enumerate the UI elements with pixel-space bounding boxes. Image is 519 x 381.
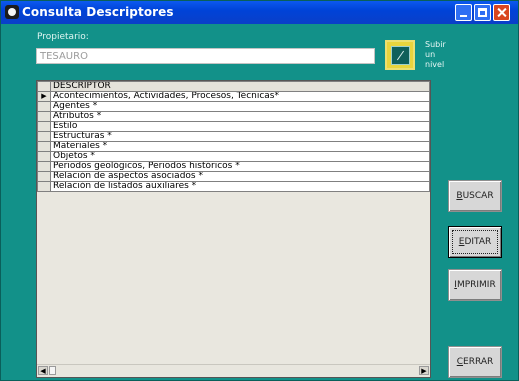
table-row[interactable]: Relación de aspectos asociados *: [37, 171, 430, 182]
owner-label: Propietario:: [37, 32, 89, 42]
descriptor-table: DESCRIPTOR ▶ Acontecimientos, Actividade…: [37, 81, 430, 192]
maximize-button[interactable]: [474, 4, 491, 21]
table-row[interactable]: Objetos *: [37, 151, 430, 162]
table-row[interactable]: Agentes *: [37, 101, 430, 112]
descriptor-cell[interactable]: Acontecimientos, Actividades, Procesos, …: [50, 91, 430, 102]
app-window: Consulta Descriptores Propietario: TESAU…: [0, 0, 519, 381]
scroll-right-icon[interactable]: ▶: [419, 366, 429, 375]
scroll-left-icon[interactable]: ◀: [38, 366, 48, 375]
editar-button[interactable]: EDITAR: [448, 226, 502, 258]
column-header-descriptor[interactable]: DESCRIPTOR: [50, 81, 430, 92]
descriptor-cell[interactable]: Agentes *: [50, 101, 430, 112]
close-button[interactable]: [493, 4, 510, 21]
descriptor-cell[interactable]: Atributos *: [50, 111, 430, 122]
minimize-button[interactable]: [455, 4, 472, 21]
descriptor-cell[interactable]: Estilo: [50, 121, 430, 132]
grid-header-row: DESCRIPTOR: [37, 81, 430, 92]
row-selector[interactable]: [37, 161, 51, 172]
imprimir-button[interactable]: IMPRIMIR: [448, 269, 502, 301]
title-bar: Consulta Descriptores: [1, 1, 518, 24]
table-row[interactable]: Atributos *: [37, 111, 430, 122]
current-row-icon: ▶: [37, 91, 51, 102]
table-row[interactable]: Relación de listados auxiliares *: [37, 181, 430, 192]
up-level-icon: [391, 46, 410, 65]
descriptor-grid[interactable]: DESCRIPTOR ▶ Acontecimientos, Actividade…: [36, 80, 431, 378]
descriptor-cell[interactable]: Periodos geológicos, Periodos históricos…: [50, 161, 430, 172]
cerrar-button[interactable]: CERRAR: [448, 346, 502, 378]
descriptor-cell[interactable]: Estructuras *: [50, 131, 430, 142]
scroll-thumb[interactable]: [49, 366, 56, 375]
descriptor-cell[interactable]: Relación de aspectos asociados *: [50, 171, 430, 182]
table-row[interactable]: ▶ Acontecimientos, Actividades, Procesos…: [37, 91, 430, 102]
up-level-button[interactable]: [385, 40, 415, 70]
buscar-button[interactable]: BUSCAR: [448, 180, 502, 212]
table-row[interactable]: Materiales *: [37, 141, 430, 152]
row-selector[interactable]: [37, 151, 51, 162]
row-selector[interactable]: [37, 141, 51, 152]
owner-field[interactable]: TESAURO: [36, 48, 375, 64]
table-row[interactable]: Estructuras *: [37, 131, 430, 142]
up-level-note: Subir un nivel: [425, 40, 446, 69]
descriptor-cell[interactable]: Materiales *: [50, 141, 430, 152]
row-selector[interactable]: [37, 121, 51, 132]
row-selector[interactable]: [37, 171, 51, 182]
row-selector[interactable]: [37, 111, 51, 122]
row-selector-header: [37, 81, 51, 92]
table-row[interactable]: Periodos geológicos, Periodos históricos…: [37, 161, 430, 172]
descriptor-cell[interactable]: Relación de listados auxiliares *: [50, 181, 430, 192]
row-selector[interactable]: [37, 131, 51, 142]
row-selector[interactable]: [37, 101, 51, 112]
row-selector[interactable]: [37, 181, 51, 192]
app-icon: [5, 5, 19, 19]
window-title: Consulta Descriptores: [22, 5, 174, 19]
table-row[interactable]: Estilo: [37, 121, 430, 132]
descriptor-cell[interactable]: Objetos *: [50, 151, 430, 162]
horizontal-scrollbar[interactable]: ◀ ▶: [37, 364, 430, 377]
